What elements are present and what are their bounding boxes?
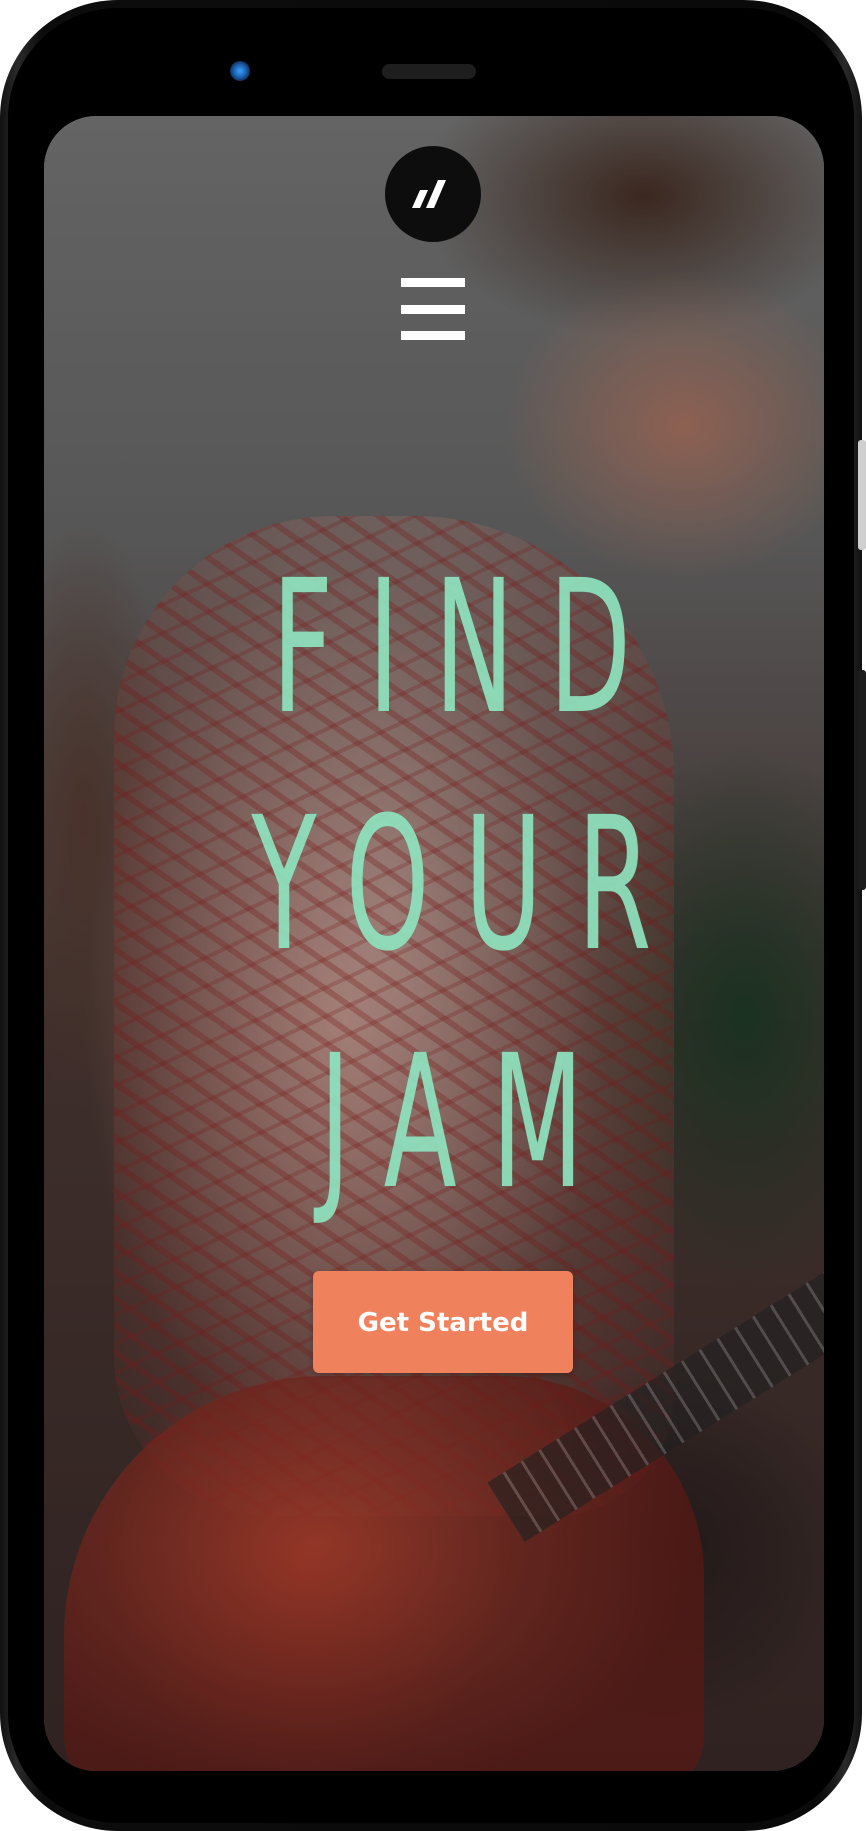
menu-bar-middle [401, 304, 465, 314]
hero-title-line-1: FIND [271, 541, 666, 755]
hamburger-menu-icon[interactable] [401, 278, 465, 340]
front-camera-icon [230, 61, 250, 81]
earpiece-speaker [382, 64, 476, 79]
hero-title-line-2: YOUR [251, 778, 687, 992]
app-screen: FIND YOUR JAM Get Started [44, 116, 824, 1771]
menu-bar-top [401, 278, 465, 287]
logo-slash-glyph [412, 180, 446, 208]
power-button [858, 440, 866, 550]
volume-button [858, 670, 866, 890]
phone-frame: FIND YOUR JAM Get Started [0, 0, 866, 1831]
hero-title-line-3: JAM [319, 1016, 619, 1230]
menu-bar-bottom [401, 331, 465, 340]
get-started-button[interactable]: Get Started [313, 1271, 573, 1373]
brand-slash-logo-icon[interactable] [385, 146, 481, 242]
